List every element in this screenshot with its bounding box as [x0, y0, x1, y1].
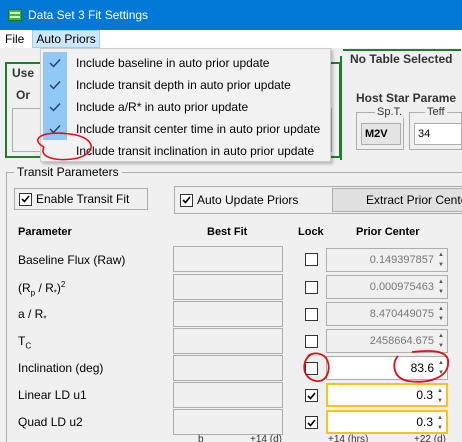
row-label-tc: TC [18, 334, 32, 351]
menu-file[interactable]: File [1, 30, 28, 48]
spectral-type-select[interactable]: M2V [361, 123, 401, 145]
menu-item-a-rstar[interactable]: Include a/R* in auto prior update [43, 96, 328, 118]
checkbox-checked-icon [19, 192, 32, 206]
no-table-label: No Table Selected [350, 52, 453, 66]
menu-bar: File Auto Priors [0, 30, 462, 48]
header-parameter: Parameter [18, 226, 72, 238]
teff-input[interactable]: 34 [414, 123, 462, 145]
row-label-baseline: Baseline Flux (Raw) [18, 253, 126, 267]
menu-auto-priors[interactable]: Auto Priors [32, 30, 100, 48]
lock-checkbox-a-rstar[interactable] [305, 308, 318, 321]
prior-input-rp-rstar[interactable]: 0.000975463 ▲ ▼ [326, 275, 448, 299]
lock-checkbox-linear-ld[interactable] [305, 389, 318, 402]
menu-item-transit-inclination[interactable]: Include transit inclination in auto prio… [43, 140, 328, 162]
checkmark-icon [43, 74, 67, 96]
best-fit-inclination [173, 355, 283, 381]
lock-checkbox-baseline[interactable] [305, 253, 318, 266]
host-star-title: Host Star Parame [356, 91, 457, 105]
row-label-inclination: Inclination (deg) [18, 361, 104, 375]
checkmark-icon [43, 118, 67, 140]
header-prior-center: Prior Center [356, 226, 420, 238]
menu-item-label: Include a/R* in auto prior update [76, 100, 249, 114]
user-group-label: Use [12, 66, 35, 80]
menu-item-label: Include transit inclination in auto prio… [76, 144, 315, 158]
checkbox-checked-icon [307, 418, 316, 427]
best-fit-baseline [173, 246, 283, 272]
checkmark-icon [43, 52, 67, 74]
row-label-linear-ld: Linear LD u1 [18, 388, 87, 402]
checkbox-checked-icon [180, 193, 193, 207]
best-fit-rp-rstar [173, 274, 283, 300]
or-group-label: Or [16, 88, 31, 102]
bottom-hint-3: +22 (d) [414, 434, 446, 442]
empty-check-slot [43, 140, 67, 162]
lock-checkbox-tc[interactable] [305, 335, 318, 348]
transit-parameters-title: Transit Parameters [14, 165, 122, 179]
menu-item-baseline[interactable]: Include baseline in auto prior update [43, 52, 328, 74]
menu-item-transit-depth[interactable]: Include transit depth in auto prior upda… [43, 74, 328, 96]
title-bar: Data Set 3 Fit Settings [0, 0, 462, 30]
spectral-type-label: Sp.T. [375, 106, 405, 118]
best-fit-quad-ld [173, 409, 283, 435]
auto-update-priors-label: Auto Update Priors [197, 193, 299, 207]
checkmark-icon [43, 96, 67, 118]
row-label-quad-ld: Quad LD u2 [18, 415, 83, 429]
window-title: Data Set 3 Fit Settings [28, 8, 149, 22]
checkbox-checked-icon [307, 391, 316, 400]
best-fit-tc [173, 328, 283, 354]
extract-prior-center-button[interactable]: Extract Prior Center [332, 188, 462, 212]
group-divider [340, 56, 342, 160]
prior-input-baseline[interactable]: 0.149397857 ▲ ▼ [326, 248, 448, 272]
menu-item-label: Include transit center time in auto prio… [76, 122, 321, 136]
lock-checkbox-rp-rstar[interactable] [305, 281, 318, 294]
best-fit-linear-ld [173, 382, 283, 408]
header-lock: Lock [298, 226, 324, 238]
enable-transit-fit-checkbox[interactable]: Enable Transit Fit [14, 188, 148, 210]
row-label-rp-rstar: (Rp / R*)2 [18, 280, 66, 298]
bottom-hint-1: +14 (d) [250, 434, 282, 442]
prior-input-inclination[interactable]: 83.6 ▲ ▼ [326, 356, 448, 380]
lock-checkbox-quad-ld[interactable] [305, 416, 318, 429]
auto-priors-dropdown: Include baseline in auto prior update In… [40, 48, 331, 162]
teff-label: Teff [425, 106, 447, 118]
bottom-hint-b: b [198, 434, 204, 442]
prior-input-tc[interactable]: 2458664.675 ▲ ▼ [326, 329, 448, 353]
prior-input-a-rstar[interactable]: 8.470449075 ▲ ▼ [326, 302, 448, 326]
best-fit-a-rstar [173, 301, 283, 327]
prior-input-linear-ld[interactable]: 0.3 ▲ ▼ [326, 383, 448, 407]
enable-transit-fit-label: Enable Transit Fit [36, 192, 130, 206]
menu-item-label: Include transit depth in auto prior upda… [76, 78, 291, 92]
row-label-a-rstar: a / R* [18, 307, 47, 324]
app-icon [8, 9, 22, 21]
menu-item-transit-center[interactable]: Include transit center time in auto prio… [43, 118, 328, 140]
auto-update-priors-checkbox[interactable]: Auto Update Priors [180, 193, 298, 207]
bottom-hint-2: +14 (hrs) [328, 434, 369, 442]
header-best-fit: Best Fit [207, 226, 248, 238]
prior-input-quad-ld[interactable]: 0.3 ▲ ▼ [326, 410, 448, 434]
menu-item-label: Include baseline in auto prior update [76, 56, 270, 70]
lock-checkbox-inclination[interactable] [305, 362, 318, 375]
